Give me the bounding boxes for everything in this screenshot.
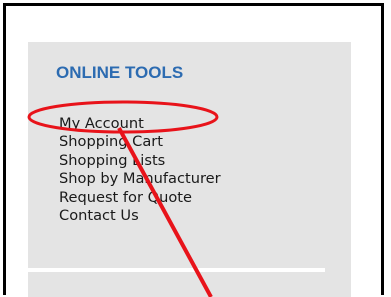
menu-item-shopping-cart[interactable]: Shopping Cart — [59, 133, 221, 151]
menu-item-my-account[interactable]: My Account — [59, 115, 221, 133]
menu-item-contact-us[interactable]: Contact Us — [59, 207, 221, 225]
menu-item-shop-by-manufacturer[interactable]: Shop by Manufacturer — [59, 170, 221, 188]
online-tools-title: ONLINE TOOLS — [56, 63, 184, 82]
menu-item-request-for-quote[interactable]: Request for Quote — [59, 189, 221, 207]
panel-divider — [28, 268, 325, 272]
online-tools-menu: My Account Shopping Cart Shopping Lists … — [59, 115, 221, 225]
menu-item-shopping-lists[interactable]: Shopping Lists — [59, 152, 221, 170]
